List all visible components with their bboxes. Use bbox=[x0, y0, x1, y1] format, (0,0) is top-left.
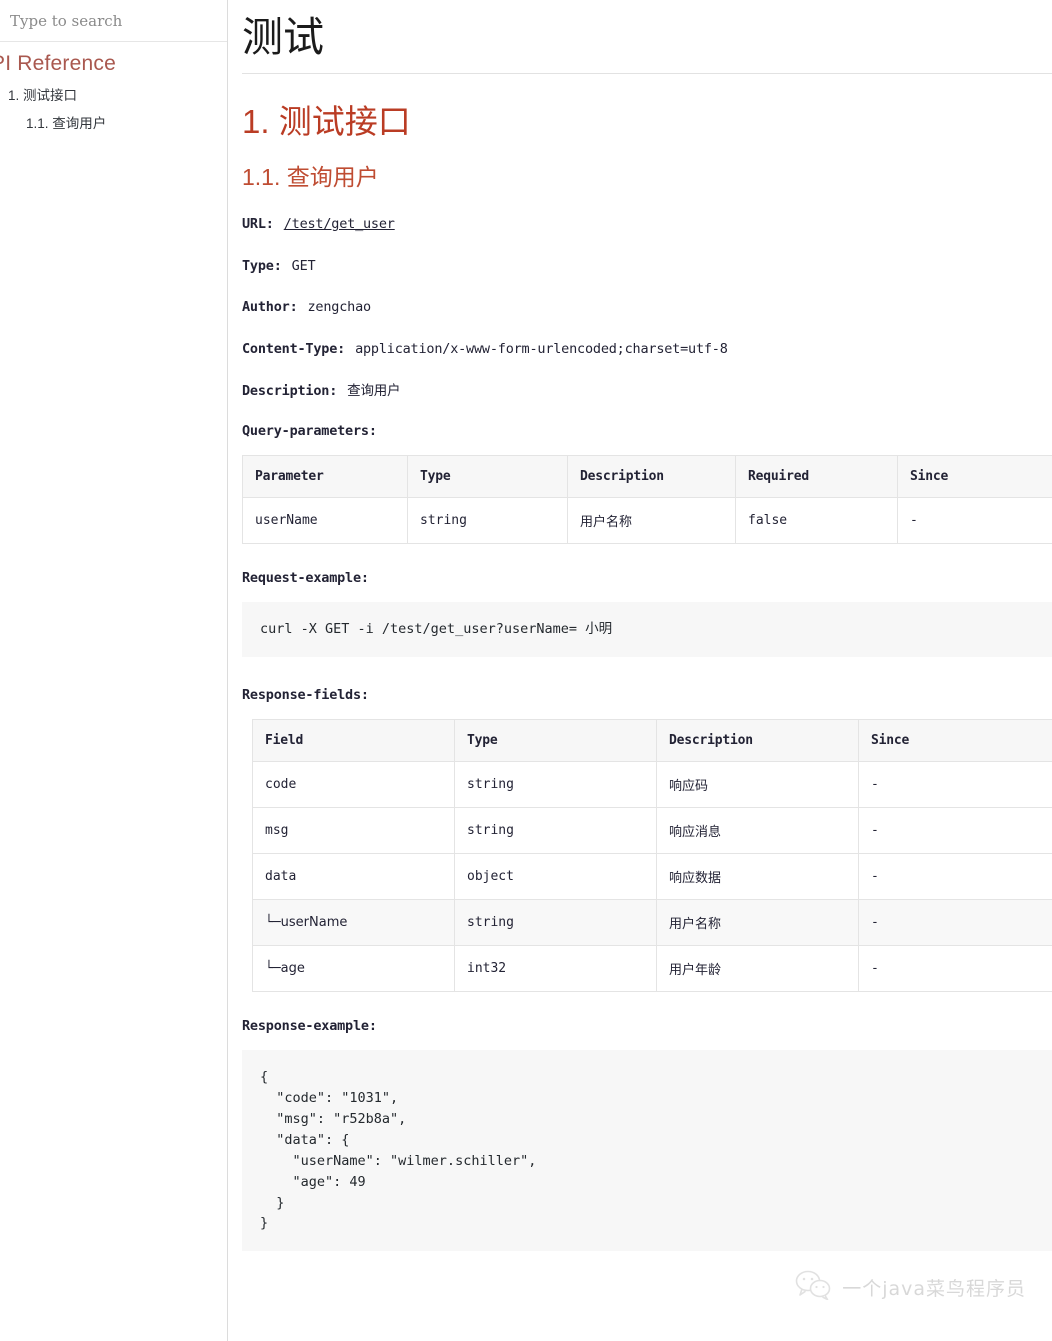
cell-type: string bbox=[454, 898, 657, 946]
author-value: zengchao bbox=[307, 299, 372, 316]
cell-field: data bbox=[252, 852, 455, 900]
cell-since: - bbox=[858, 944, 1052, 992]
content-type-label: Content-Type: bbox=[242, 340, 346, 357]
url-value[interactable]: /test/get_user bbox=[284, 216, 395, 232]
cell-since: - bbox=[858, 806, 1052, 854]
sidebar-item-section-1-1[interactable]: 1.1. 查询用户 bbox=[0, 110, 227, 138]
table-row: msg string 响应消息 - bbox=[252, 806, 1052, 854]
cell-type: int32 bbox=[454, 944, 657, 992]
table-header-row: Field Type Description Since bbox=[252, 718, 1052, 762]
column-header: Required bbox=[735, 455, 898, 499]
cell-type: string bbox=[454, 806, 657, 854]
section-heading-1-1: 1.1. 查询用户 bbox=[242, 163, 379, 190]
table-row: userName string 用户名称 false - bbox=[242, 497, 1052, 545]
response-fields-label: Response-fields: bbox=[242, 686, 369, 703]
request-example-code: curl -X GET -i /test/get_user?userName= … bbox=[242, 602, 1052, 657]
description-label: Description: bbox=[242, 382, 338, 399]
response-fields-table: Field Type Description Since code string… bbox=[252, 718, 1052, 992]
table-row: └─userName string 用户名称 - bbox=[252, 898, 1052, 946]
response-example-label: Response-example: bbox=[242, 1017, 377, 1034]
response-fields-table-wrap: Field Type Description Since code string… bbox=[242, 718, 1052, 992]
sidebar-item-label: 1.1. 查询用户 bbox=[26, 116, 107, 132]
cell-since: - bbox=[858, 852, 1052, 900]
cell-description: 响应数据 bbox=[656, 852, 859, 900]
table-row: └─age int32 用户年龄 - bbox=[252, 944, 1052, 992]
table-header-row: Parameter Type Description Required Sinc… bbox=[242, 455, 1052, 499]
url-label: URL: bbox=[242, 216, 274, 233]
request-example-label: Request-example: bbox=[242, 570, 369, 587]
cell-since: - bbox=[858, 760, 1052, 808]
cell-description: 响应码 bbox=[656, 760, 859, 808]
cell-description: 用户名称 bbox=[567, 497, 736, 545]
cell-type: object bbox=[454, 852, 657, 900]
meta-row-description: Description: 查询用户 bbox=[242, 382, 1052, 401]
type-label: Type: bbox=[242, 257, 282, 274]
meta-row-content-type: Content-Type: application/x-www-form-urle… bbox=[242, 340, 1052, 359]
cell-field: └─userName bbox=[252, 898, 455, 946]
sidebar-item-section-1[interactable]: 1. 测试接口 bbox=[0, 82, 227, 110]
content-type-value: application/x-www-form-urlencoded;charse… bbox=[355, 340, 728, 357]
cell-type: string bbox=[454, 760, 657, 808]
column-header: Description bbox=[567, 455, 736, 499]
cell-description: 响应消息 bbox=[656, 806, 859, 854]
main-content: 测试 1. 测试接口 1.1. 查询用户 URL:/test/get_user … bbox=[228, 0, 1052, 1341]
cell-required: false bbox=[735, 497, 898, 545]
column-header: Description bbox=[656, 718, 859, 762]
search-box[interactable] bbox=[0, 0, 227, 42]
page-title: 测试 bbox=[242, 14, 324, 60]
cell-since: - bbox=[897, 497, 1052, 545]
column-header: Type bbox=[407, 455, 568, 499]
cell-field: msg bbox=[252, 806, 455, 854]
description-value: 查询用户 bbox=[347, 382, 401, 399]
sidebar-title: PI Reference bbox=[0, 52, 116, 75]
response-example-code: { "code": "1031", "msg": "r52b8a", "data… bbox=[242, 1049, 1052, 1252]
cell-description: 用户名称 bbox=[656, 898, 859, 946]
query-parameters-table-wrap: Parameter Type Description Required Sinc… bbox=[242, 455, 1052, 545]
cell-description: 用户年龄 bbox=[656, 944, 859, 992]
sidebar-item-label: 1. 测试接口 bbox=[8, 88, 78, 103]
cell-field: code bbox=[252, 760, 455, 808]
column-header: Since bbox=[897, 455, 1052, 499]
section-heading-1: 1. 测试接口 bbox=[242, 103, 411, 141]
meta-row-url: URL: /test/get_user bbox=[242, 215, 1052, 234]
column-header: Type bbox=[454, 718, 657, 762]
page-root: PI Reference 1. 测试接口 1.1. 查询用户 测试 1. 测试接… bbox=[0, 0, 1052, 1341]
type-value: GET bbox=[291, 257, 316, 274]
table-row: code string 响应码 - bbox=[252, 760, 1052, 808]
cell-since: - bbox=[858, 898, 1052, 946]
search-input[interactable] bbox=[10, 11, 217, 30]
column-header: Parameter bbox=[242, 455, 408, 499]
cell-field: └─age bbox=[252, 944, 455, 992]
query-parameters-table: Parameter Type Description Required Sinc… bbox=[242, 455, 1052, 545]
meta-row-author: Author: zengchao bbox=[242, 298, 1052, 317]
cell-parameter: userName bbox=[242, 497, 408, 545]
sidebar: PI Reference 1. 测试接口 1.1. 查询用户 bbox=[0, 0, 228, 1341]
cell-type: string bbox=[407, 497, 568, 545]
meta-row-type: Type: GET bbox=[242, 257, 1052, 276]
column-header: Field bbox=[252, 718, 455, 762]
table-row: data object 响应数据 - bbox=[252, 852, 1052, 900]
query-parameters-label: Query-parameters: bbox=[242, 423, 377, 440]
title-divider bbox=[242, 73, 1052, 75]
author-label: Author: bbox=[242, 299, 298, 316]
column-header: Since bbox=[858, 718, 1052, 762]
